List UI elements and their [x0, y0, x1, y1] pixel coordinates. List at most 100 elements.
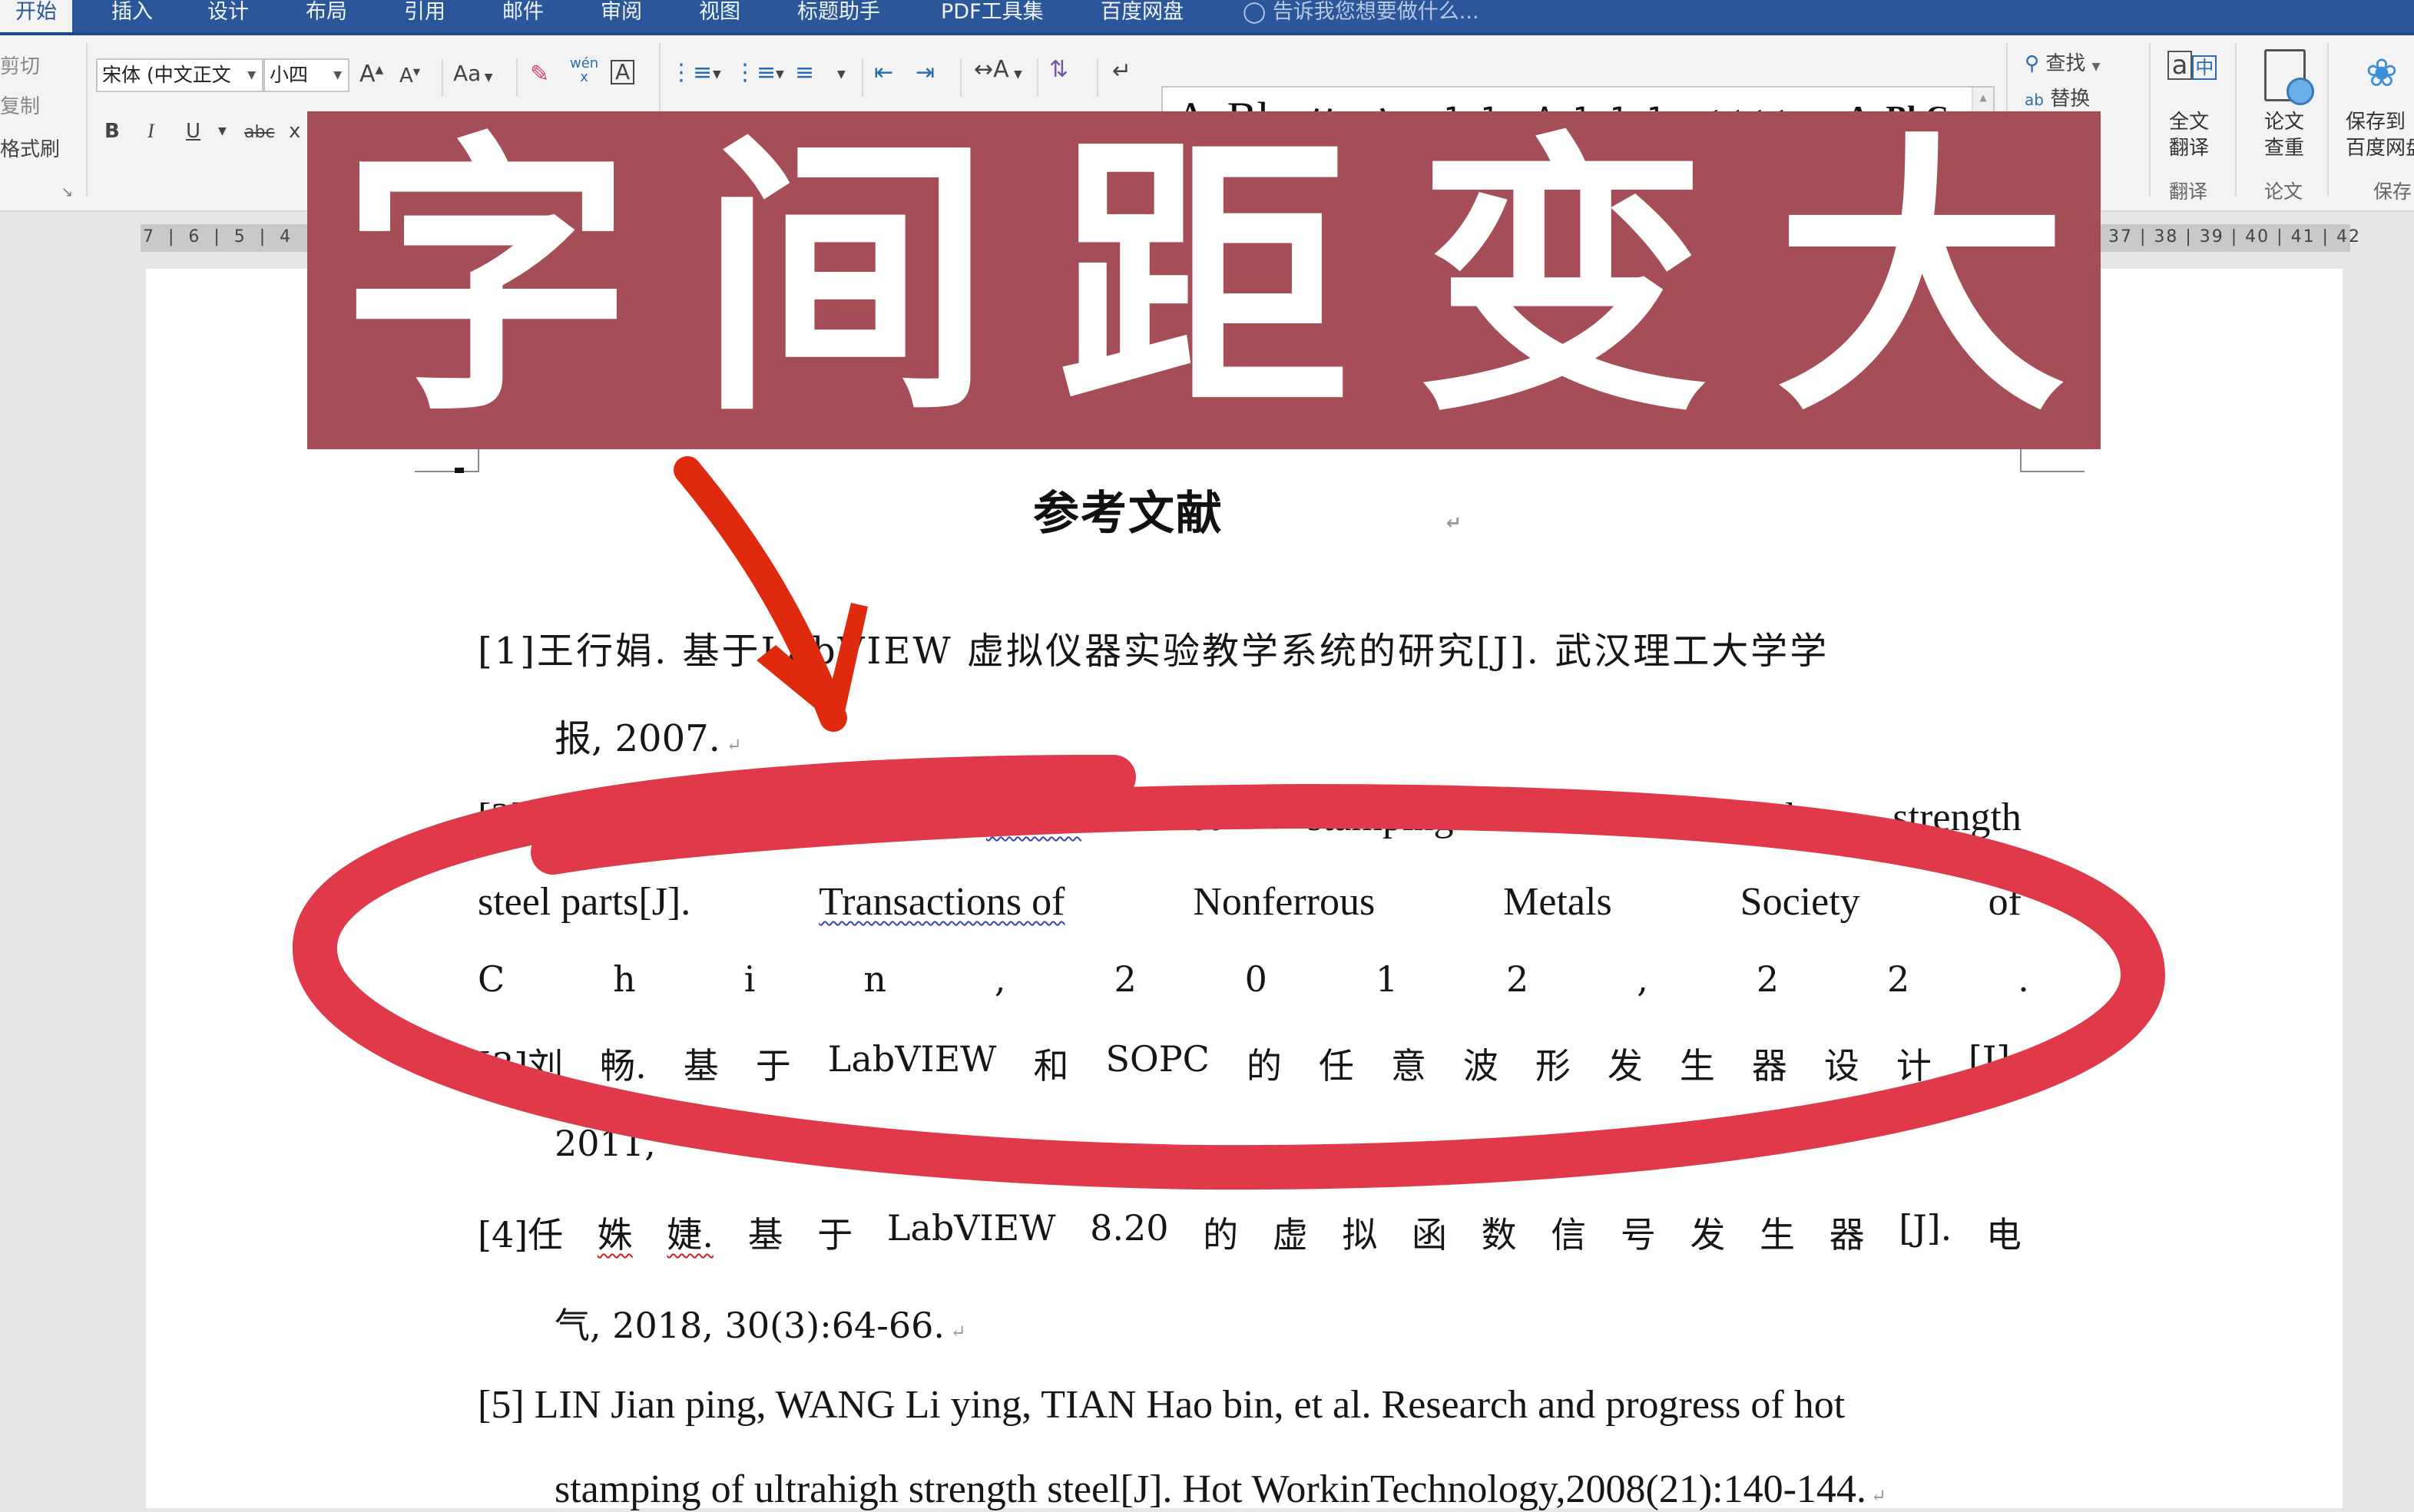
spaced-token: . [2018, 958, 2029, 1000]
reference-2-line-1: [2]Ken-ichiro MORI. Smart hot stamping o… [478, 795, 2022, 840]
word: Nonferrous [1193, 880, 1376, 924]
numbering-icon[interactable]: ⋮≡ [733, 61, 776, 84]
tab-layout[interactable]: 布局 [306, 0, 347, 35]
crop-mark-top-right [2020, 449, 2085, 472]
clear-formatting-icon[interactable]: ✎ [530, 63, 549, 86]
replace-button[interactable]: ab 替换 [2025, 83, 2090, 111]
chevron-down-icon[interactable]: ▼ [218, 126, 227, 137]
tab-heading-assistant[interactable]: 标题助手 [797, 0, 880, 35]
tab-pdf-tools[interactable]: PDF工具集 [941, 0, 1044, 35]
translate-icon: a中 [2164, 51, 2220, 100]
character-border-icon[interactable]: A [611, 60, 635, 84]
tab-insert[interactable]: 插入 [111, 0, 153, 35]
group-label-save: 保存 [2373, 180, 2412, 203]
spaced-token: , [994, 958, 1006, 1000]
underline-button[interactable]: U [186, 121, 200, 141]
ruler-left-ticks: 7 | 6 | 5 | 4 [143, 227, 296, 246]
spaced-token: 畅. [600, 1045, 647, 1087]
format-painter-button[interactable]: 格式刷 [0, 134, 60, 162]
italic-button[interactable]: I [147, 121, 154, 141]
spaced-token: [J]. [1899, 1207, 1952, 1249]
word: ultrahigh [1661, 796, 1806, 839]
word: steel parts[J]. [478, 880, 691, 924]
sort-icon[interactable]: ⇅ [1049, 58, 1068, 81]
tell-me-search[interactable]: ◯ 告诉我您想要做什么... [1243, 0, 1479, 35]
spaced-token: 0 [1244, 958, 1267, 1000]
baidu-netdisk-icon: ❀ [2366, 51, 2398, 95]
reference-1-line-2: 报, 2007. ↵ [555, 717, 742, 760]
spaced-token: 2 [1756, 958, 1780, 1000]
scroll-up-icon[interactable]: ▲ [1973, 92, 1993, 103]
spaced-token: 和 [1033, 1045, 1069, 1087]
tab-references[interactable]: 引用 [404, 0, 445, 35]
spaced-token: 2 [1506, 958, 1529, 1000]
dialog-launcher-icon[interactable]: ↘ [61, 186, 73, 200]
bold-button[interactable]: B [104, 121, 120, 141]
group-separator [442, 58, 443, 97]
reference-2-line-2-words: steel parts[J]. Transactions of Nonferro… [478, 879, 2022, 925]
phonetic-guide-icon[interactable]: wén x [570, 57, 598, 84]
title-char: 间 [699, 110, 992, 450]
spaced-token: n [863, 958, 886, 1000]
group-separator [960, 58, 962, 97]
tab-design[interactable]: 设计 [207, 0, 249, 35]
shrink-font-icon[interactable]: A▼ [399, 66, 420, 86]
tab-view[interactable]: 视图 [699, 0, 740, 35]
chevron-down-icon: ▼ [2091, 61, 2101, 73]
reference-4-line-2: 气, 2018, 30(3):64-66. ↵ [555, 1305, 966, 1346]
word: Society [1740, 880, 1860, 924]
copy-button[interactable]: 复制 [0, 91, 40, 119]
strikethrough-button[interactable]: abc [244, 124, 275, 141]
tab-review[interactable]: 审阅 [601, 0, 642, 35]
tab-home[interactable]: 开始 [0, 0, 72, 35]
spaced-token: 的 [1246, 1045, 1282, 1087]
spaced-token: 生 [1679, 1045, 1715, 1087]
font-name-combo[interactable]: 宋体 (中文正文 ▼ [96, 58, 263, 92]
chevron-down-icon[interactable]: ▼ [837, 69, 846, 80]
reference-4-line-1-chars: [4]任姝婕. 基于 LabVIEW 8.20 的虚拟函数信号发生器 [J]. 电 [478, 1207, 2022, 1258]
save-to-netdisk-button[interactable]: 保存到百度网盘 [2346, 109, 2414, 161]
find-button[interactable]: ⚲ 查找 ▼ [2025, 48, 2100, 76]
reference-2-line-1-words: [2]Ken-ichiro MORI. Smart hot stamping o… [478, 795, 2022, 840]
spaced-token: 8.20 [1090, 1207, 1169, 1249]
decrease-indent-icon[interactable]: ⇤ [874, 61, 893, 84]
word: of [1541, 796, 1575, 839]
spaced-token: 电 [1985, 1214, 2022, 1256]
change-case-button[interactable]: Aa ▼ [453, 63, 493, 84]
character-scaling-icon[interactable]: ↔A [974, 58, 1009, 81]
tab-baidu-netdisk[interactable]: 百度网盘 [1101, 0, 1184, 35]
chevron-down-icon[interactable]: ▼ [1014, 69, 1022, 80]
increase-indent-icon[interactable]: ⇥ [916, 61, 935, 84]
subscript-button[interactable]: x [289, 121, 300, 141]
font-name-value: 宋体 (中文正文 [102, 64, 231, 86]
full-text-translate-button[interactable]: 全文 翻译 [2169, 109, 2209, 161]
spaced-token: 1 [1375, 958, 1399, 1000]
show-marks-icon[interactable]: ↵ [1112, 60, 1131, 83]
spaced-token: 姝 [597, 1214, 633, 1256]
chevron-down-icon[interactable]: ▼ [776, 69, 784, 80]
ribbon-tab-bar: 开始 插入 设计 布局 引用 邮件 审阅 视图 标题助手 PDF工具集 百度网盘… [0, 0, 2414, 35]
spaced-token: i [743, 958, 756, 1000]
bullets-icon[interactable]: ⋮≡ [670, 61, 712, 84]
grow-font-icon[interactable]: A▲ [359, 63, 383, 86]
multilevel-list-icon[interactable]: ≡ [795, 61, 814, 84]
paper-check-button[interactable]: 论文 查重 [2264, 109, 2304, 161]
spaced-token: 数 [1481, 1214, 1517, 1256]
word: MORI. [784, 796, 899, 839]
word: of [1988, 880, 2022, 924]
word: strength [1892, 796, 2022, 839]
word: [2]Ken-ichiro [478, 796, 697, 839]
paragraph-mark-icon: ↵ [1866, 1487, 1887, 1507]
reference-2-line-3: Ch i n, 2 0 1 2, 2 2. [478, 958, 2029, 1000]
cut-button[interactable]: 剪切 [0, 51, 40, 79]
reference-2-line-3-chars: Ch i n, 2 0 1 2, 2 2. [478, 958, 2029, 1000]
chevron-down-icon[interactable]: ▼ [713, 69, 721, 80]
group-separator [86, 43, 88, 197]
ruler-right-ticks: 37 | 38 | 39 | 40 | 41 | 42 [2108, 227, 2361, 246]
tab-mailings[interactable]: 邮件 [502, 0, 544, 35]
font-size-combo[interactable]: 小四 ▼ [263, 58, 349, 92]
group-separator [2235, 43, 2237, 197]
spaced-token: 于 [817, 1214, 853, 1256]
group-separator [2327, 43, 2329, 197]
spaced-token: C [478, 958, 505, 1000]
